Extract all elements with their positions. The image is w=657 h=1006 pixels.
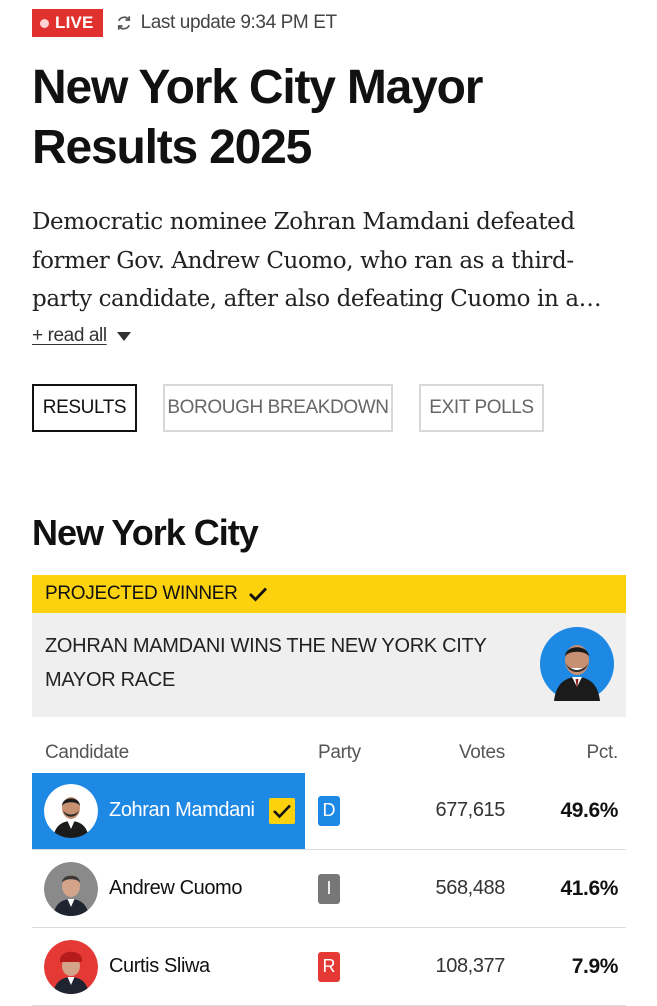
header-candidate: Candidate xyxy=(45,742,129,763)
candidate-cell: Andrew Cuomo xyxy=(32,851,305,927)
results-table: Candidate Party Votes Pct. Zohran Mamdan… xyxy=(32,734,626,1006)
avatar xyxy=(44,939,98,994)
avatar xyxy=(44,783,98,838)
party-badge: R xyxy=(318,951,340,982)
table-row[interactable]: Curtis Sliwa R 108,377 7.9% xyxy=(32,928,626,1006)
pct-cell: 41.6% xyxy=(560,876,618,900)
live-badge: LIVE xyxy=(32,9,103,37)
winner-avatar xyxy=(540,627,614,701)
table-row[interactable]: Andrew Cuomo I 568,488 41.6% xyxy=(32,850,626,928)
table-header: Candidate Party Votes Pct. xyxy=(32,734,626,772)
tab-exit-polls[interactable]: EXIT POLLS xyxy=(419,384,544,432)
header-party: Party xyxy=(318,742,361,763)
avatar xyxy=(44,861,98,916)
winner-check-icon xyxy=(268,797,295,824)
pct-cell: 7.9% xyxy=(571,954,619,978)
projected-winner-label: PROJECTED WINNER xyxy=(45,583,238,604)
refresh-icon[interactable] xyxy=(115,14,133,32)
candidate-cell: Zohran Mamdani xyxy=(32,772,305,849)
pct-cell: 49.6% xyxy=(560,798,618,822)
candidate-name: Andrew Cuomo xyxy=(109,877,243,899)
caret-down-icon xyxy=(116,331,131,341)
header-votes: Votes xyxy=(458,742,505,763)
article-summary: Democratic nominee Zohran Mamdani defeat… xyxy=(32,209,602,312)
votes-cell: 568,488 xyxy=(435,877,506,899)
live-label: LIVE xyxy=(55,13,94,32)
table-row[interactable]: Zohran Mamdani D 677,615 49.6% xyxy=(32,772,626,850)
winner-text: ZOHRAN MAMDANI WINS THE NEW YORK CITY MA… xyxy=(45,635,487,691)
results-tabs: RESULTS BOROUGH BREAKDOWN EXIT POLLS xyxy=(32,384,570,432)
status-bar: LIVE Last update 9:34 PM ET xyxy=(32,8,337,38)
party-cell: R xyxy=(305,951,395,982)
read-all-label: + read all xyxy=(32,325,107,346)
winner-announcement: ZOHRAN MAMDANI WINS THE NEW YORK CITY MA… xyxy=(32,613,626,717)
last-update-text: Last update 9:34 PM ET xyxy=(140,12,338,33)
projected-winner-band: PROJECTED WINNER xyxy=(32,575,626,613)
checkmark-icon xyxy=(248,587,267,602)
read-all-link[interactable]: + read all xyxy=(32,325,131,347)
candidate-name: Zohran Mamdani xyxy=(109,799,255,821)
votes-cell: 108,377 xyxy=(435,955,506,977)
projected-winner-card: PROJECTED WINNER ZOHRAN MAMDANI WINS THE… xyxy=(32,575,626,717)
party-badge: I xyxy=(318,873,340,904)
party-cell: I xyxy=(305,873,395,904)
page-title: New York City Mayor Results 2025 xyxy=(32,61,483,174)
header-pct: Pct. xyxy=(586,742,618,763)
live-dot-icon xyxy=(40,18,49,28)
votes-cell: 677,615 xyxy=(435,799,506,821)
section-title: New York City xyxy=(32,512,259,553)
candidate-name: Curtis Sliwa xyxy=(109,955,210,977)
tab-borough-breakdown[interactable]: BOROUGH BREAKDOWN xyxy=(163,384,393,432)
candidate-cell: Curtis Sliwa xyxy=(32,929,305,1005)
party-cell: D xyxy=(305,795,395,826)
tab-results[interactable]: RESULTS xyxy=(32,384,137,432)
party-badge: D xyxy=(318,795,340,826)
